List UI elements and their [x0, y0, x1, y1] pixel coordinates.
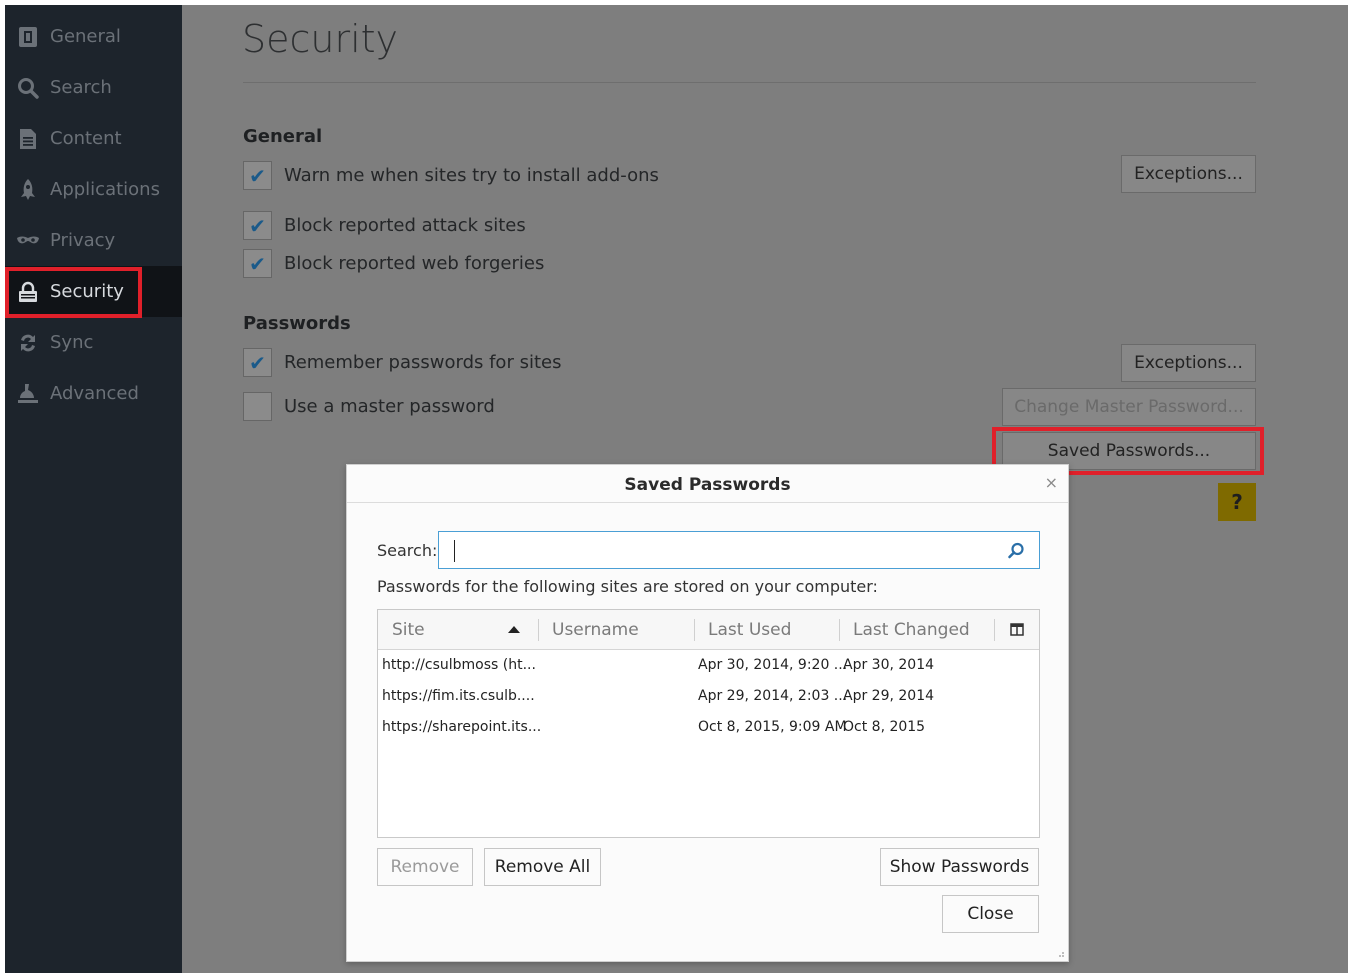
block-forgeries-label: Block reported web forgeries	[284, 253, 545, 274]
block-attack-row[interactable]: ✔ Block reported attack sites	[243, 211, 526, 240]
passwords-table: Site Username Last Used Last Changed htt…	[377, 609, 1040, 838]
search-label: Search:	[377, 541, 438, 560]
table-header: Site Username Last Used Last Changed	[378, 610, 1039, 650]
sidebar-item-content[interactable]: Content	[5, 113, 182, 164]
warn-addons-label: Warn me when sites try to install add-on…	[284, 165, 659, 186]
last-changed-cell: Apr 30, 2014	[843, 657, 935, 673]
show-passwords-button[interactable]: Show Passwords	[880, 848, 1039, 886]
sidebar-item-general[interactable]: General	[5, 11, 182, 62]
content-icon	[5, 127, 50, 151]
search-icon	[5, 76, 50, 100]
general-heading: General	[243, 126, 323, 147]
sidebar-item-label: Advanced	[50, 383, 139, 404]
advanced-icon	[5, 382, 50, 406]
table-row[interactable]: https://sharepoint.its... Oct 8, 2015, 9…	[378, 714, 1039, 744]
title-divider	[243, 82, 1256, 83]
magnifier-icon	[1008, 542, 1024, 559]
column-username[interactable]: Username	[538, 610, 694, 650]
close-icon[interactable]: ×	[1045, 473, 1058, 492]
remember-passwords-label: Remember passwords for sites	[284, 352, 562, 373]
block-forgeries-checkbox[interactable]: ✔	[243, 249, 272, 278]
sidebar-item-label: General	[50, 26, 121, 47]
block-forgeries-row[interactable]: ✔ Block reported web forgeries	[243, 249, 544, 278]
sidebar-item-privacy[interactable]: Privacy	[5, 215, 182, 266]
site-cell: http://csulbmoss (ht...	[382, 657, 536, 673]
last-used-cell: Apr 30, 2014, 9:20 ...	[698, 657, 848, 673]
column-last-used[interactable]: Last Used	[694, 610, 839, 650]
general-icon	[5, 25, 50, 49]
preferences-window: General Search Content Applications Priv…	[0, 0, 1348, 973]
last-changed-cell: Oct 8, 2015	[843, 719, 926, 735]
change-master-password-button[interactable]: Change Master Password...	[1002, 388, 1256, 426]
remove-all-button[interactable]: Remove All	[484, 848, 601, 886]
sidebar: General Search Content Applications Priv…	[5, 5, 182, 973]
last-used-cell: Oct 8, 2015, 9:09 AM	[698, 719, 847, 735]
sidebar-item-label: Sync	[50, 332, 94, 353]
block-attack-checkbox[interactable]: ✔	[243, 211, 272, 240]
column-last-changed[interactable]: Last Changed	[839, 610, 994, 650]
master-password-checkbox[interactable]	[243, 392, 272, 421]
table-row[interactable]: https://fim.its.csulb.... Apr 29, 2014, …	[378, 683, 1039, 713]
warn-addons-checkbox[interactable]: ✔	[243, 161, 272, 190]
sync-icon	[5, 331, 50, 355]
info-text: Passwords for the following sites are st…	[377, 577, 878, 596]
passwords-exceptions-button[interactable]: Exceptions...	[1121, 344, 1256, 382]
master-password-label: Use a master password	[284, 396, 495, 417]
column-picker-icon[interactable]	[1010, 623, 1024, 636]
saved-passwords-dialog: Saved Passwords × Search: Passwords for …	[346, 464, 1069, 962]
block-attack-label: Block reported attack sites	[284, 215, 526, 236]
remember-passwords-checkbox[interactable]: ✔	[243, 348, 272, 377]
remember-passwords-row[interactable]: ✔ Remember passwords for sites	[243, 348, 561, 377]
remove-button[interactable]: Remove	[377, 848, 473, 886]
master-password-row[interactable]: Use a master password	[243, 392, 495, 421]
security-highlight-box	[5, 267, 142, 318]
applications-icon	[5, 178, 50, 202]
resize-grip-icon[interactable]	[1055, 948, 1065, 958]
help-button[interactable]: ?	[1218, 483, 1256, 521]
page-title: Security	[242, 17, 399, 61]
search-input[interactable]	[438, 531, 1040, 569]
warn-addons-row[interactable]: ✔ Warn me when sites try to install add-…	[243, 161, 659, 190]
sidebar-item-label: Search	[50, 77, 112, 98]
sidebar-item-search[interactable]: Search	[5, 62, 182, 113]
last-used-cell: Apr 29, 2014, 2:03 ...	[698, 688, 848, 704]
sidebar-item-applications[interactable]: Applications	[5, 164, 182, 215]
sort-ascending-icon	[508, 626, 520, 633]
text-caret	[454, 540, 455, 562]
site-cell: https://sharepoint.its...	[382, 719, 542, 735]
sidebar-item-advanced[interactable]: Advanced	[5, 368, 182, 419]
sidebar-item-label: Applications	[50, 179, 160, 200]
column-separator	[994, 619, 995, 641]
site-cell: https://fim.its.csulb....	[382, 688, 535, 704]
passwords-heading: Passwords	[243, 313, 351, 334]
sidebar-item-label: Content	[50, 128, 122, 149]
sidebar-item-sync[interactable]: Sync	[5, 317, 182, 368]
dialog-title: Saved Passwords	[347, 465, 1068, 503]
close-button[interactable]: Close	[942, 895, 1039, 933]
privacy-icon	[5, 229, 50, 253]
sidebar-item-label: Privacy	[50, 230, 116, 251]
last-changed-cell: Apr 29, 2014	[843, 688, 935, 704]
table-row[interactable]: http://csulbmoss (ht... Apr 30, 2014, 9:…	[378, 652, 1039, 682]
addons-exceptions-button[interactable]: Exceptions...	[1121, 155, 1256, 193]
